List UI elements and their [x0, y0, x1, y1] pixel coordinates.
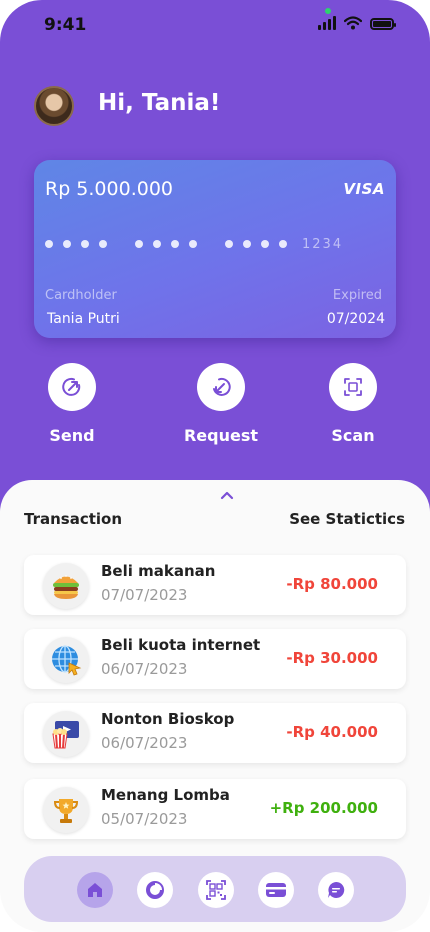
- card-icon: [266, 883, 286, 897]
- transaction-amount: -Rp 80.000: [286, 575, 378, 593]
- transaction-item[interactable]: Beli makanan 07/07/2023 -Rp 80.000: [24, 555, 406, 615]
- scan-label: Scan: [331, 426, 375, 445]
- chat-icon: [328, 881, 345, 898]
- status-icons: [318, 16, 396, 30]
- cinema-icon: [43, 711, 89, 757]
- transaction-date: 06/07/2023: [101, 734, 188, 752]
- status-bar: 9:41: [0, 0, 430, 50]
- scan-icon[interactable]: [329, 363, 377, 411]
- transaction-title: Transaction: [24, 510, 123, 528]
- camera-indicator-icon: [325, 8, 331, 14]
- cardholder-name: Tania Putri: [47, 311, 120, 327]
- expired-label: Expired: [332, 288, 382, 303]
- home-icon: [88, 883, 102, 897]
- phone-screen: 9:41 Hi, Tania! Rp 5.000.000 VISA 1234 C…: [0, 0, 430, 932]
- transaction-amount: -Rp 30.000: [286, 649, 378, 667]
- avatar[interactable]: [34, 86, 74, 126]
- qr-icon: [206, 880, 226, 900]
- transaction-name: Beli kuota internet: [101, 636, 261, 654]
- chevron-up-icon[interactable]: [218, 488, 236, 502]
- scan-button[interactable]: Scan: [305, 363, 401, 445]
- bank-card[interactable]: Rp 5.000.000 VISA 1234 Cardholder Tania …: [34, 160, 396, 338]
- send-label: Send: [49, 426, 95, 445]
- nav-chat[interactable]: [318, 872, 354, 908]
- transaction-date: 05/07/2023: [101, 810, 188, 828]
- nav-chart[interactable]: [137, 872, 173, 908]
- transaction-amount: +Rp 200.000: [269, 799, 378, 817]
- request-label: Request: [183, 426, 259, 445]
- transaction-date: 06/07/2023: [101, 660, 188, 678]
- request-button[interactable]: Request: [173, 363, 269, 445]
- send-button[interactable]: Send: [24, 363, 120, 445]
- card-balance: Rp 5.000.000: [45, 178, 173, 200]
- bottom-nav: [24, 856, 406, 922]
- transaction-item[interactable]: Beli kuota internet 06/07/2023 -Rp 30.00…: [24, 629, 406, 689]
- burger-icon: [43, 563, 89, 609]
- visa-logo: VISA: [343, 180, 385, 198]
- trophy-icon: [43, 787, 89, 833]
- expired-value: 07/2024: [326, 311, 385, 327]
- card-last-digits: 1234: [302, 237, 344, 252]
- nav-home[interactable]: [77, 872, 113, 908]
- status-time: 9:41: [44, 15, 87, 35]
- nav-qr[interactable]: [198, 872, 234, 908]
- transaction-name: Menang Lomba: [101, 786, 230, 804]
- request-icon[interactable]: [197, 363, 245, 411]
- cardholder-label: Cardholder: [45, 288, 117, 303]
- chart-icon: [146, 881, 164, 899]
- battery-icon: [370, 18, 396, 30]
- transaction-item[interactable]: Nonton Bioskop 06/07/2023 -Rp 40.000: [24, 703, 406, 763]
- transaction-amount: -Rp 40.000: [286, 723, 378, 741]
- globe-icon: [43, 637, 89, 683]
- see-statistics-link[interactable]: See Statictics: [289, 510, 405, 528]
- greeting-title: Hi, Tania!: [98, 90, 221, 116]
- signal-icon: [318, 16, 336, 30]
- masked-card-number: [45, 240, 287, 248]
- transaction-item[interactable]: Menang Lomba 05/07/2023 +Rp 200.000: [24, 779, 406, 839]
- transaction-date: 07/07/2023: [101, 586, 188, 604]
- wifi-icon: [344, 16, 362, 30]
- nav-card[interactable]: [258, 872, 294, 908]
- transaction-name: Beli makanan: [101, 562, 216, 580]
- transaction-name: Nonton Bioskop: [101, 710, 235, 728]
- send-icon[interactable]: [48, 363, 96, 411]
